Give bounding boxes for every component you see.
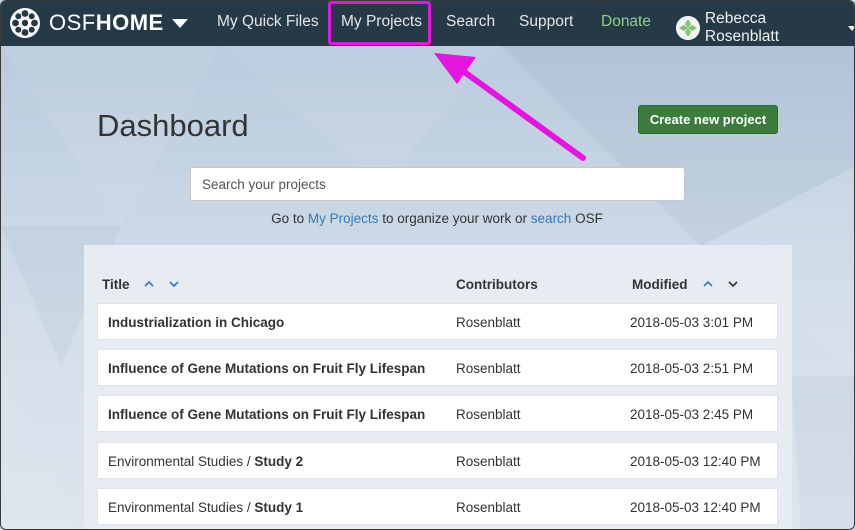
project-contributors: Rosenblatt [456,454,521,469]
create-new-project-button[interactable]: Create new project [638,105,778,134]
nav-my-quick-files[interactable]: My Quick Files [217,13,319,31]
project-title: Environmental Studies / Study 2 [108,454,304,469]
project-modified: 2018-05-03 12:40 PM [630,454,761,469]
avatar-pattern-icon [676,16,700,40]
search-projects-input[interactable] [190,167,685,201]
table-row[interactable]: Influence of Gene Mutations on Fruit Fly… [97,395,778,432]
browser-frame: OSFHOME My Quick Files My Projects Searc… [0,0,855,530]
sort-ascending-icon[interactable] [143,277,155,291]
project-modified: 2018-05-03 12:40 PM [630,500,761,515]
column-header-modified: Modified [632,277,688,292]
sort-descending-icon[interactable] [727,277,739,291]
project-title: Influence of Gene Mutations on Fruit Fly… [108,407,426,422]
project-title: Industrialization in Chicago [108,315,285,330]
table-row[interactable]: Environmental Studies / Study 2 Rosenbla… [97,442,778,479]
nav-donate[interactable]: Donate [601,13,651,31]
sort-ascending-icon[interactable] [702,277,714,291]
project-modified: 2018-05-03 3:01 PM [630,315,754,330]
table-row[interactable]: Environmental Studies / Study 1 Rosenbla… [97,488,778,525]
goto-help-text: Go to My Projects to organize your work … [271,211,603,226]
brand-name: OSFHOME [49,10,164,35]
chevron-down-icon [848,25,854,31]
nav-search[interactable]: Search [446,13,495,31]
table-row[interactable]: Industrialization in Chicago Rosenblatt … [97,303,778,340]
search-link[interactable]: search [531,211,572,226]
my-projects-link[interactable]: My Projects [308,211,379,226]
project-modified: 2018-05-03 2:51 PM [630,361,754,376]
project-modified: 2018-05-03 2:45 PM [630,407,754,422]
project-contributors: Rosenblatt [456,500,521,515]
nav-support[interactable]: Support [519,13,573,31]
project-contributors: Rosenblatt [456,361,521,376]
osf-logo-icon [10,8,40,38]
column-header-contributors: Contributors [456,277,538,292]
user-menu[interactable]: Rebecca Rosenblatt [676,10,854,46]
user-name: Rebecca Rosenblatt [704,10,780,45]
column-header-title: Title [102,277,130,292]
avatar [676,16,700,40]
project-title: Influence of Gene Mutations on Fruit Fly… [108,361,426,376]
sort-descending-icon[interactable] [168,277,180,291]
table-row[interactable]: Influence of Gene Mutations on Fruit Fly… [97,349,778,386]
project-contributors: Rosenblatt [456,407,521,422]
chevron-down-icon[interactable] [171,18,188,28]
project-title: Environmental Studies / Study 1 [108,500,304,515]
page-title: Dashboard [97,108,249,143]
project-contributors: Rosenblatt [456,315,521,330]
annotation-highlight-box [328,1,431,45]
osf-home-brand[interactable]: OSFHOME [9,7,188,39]
